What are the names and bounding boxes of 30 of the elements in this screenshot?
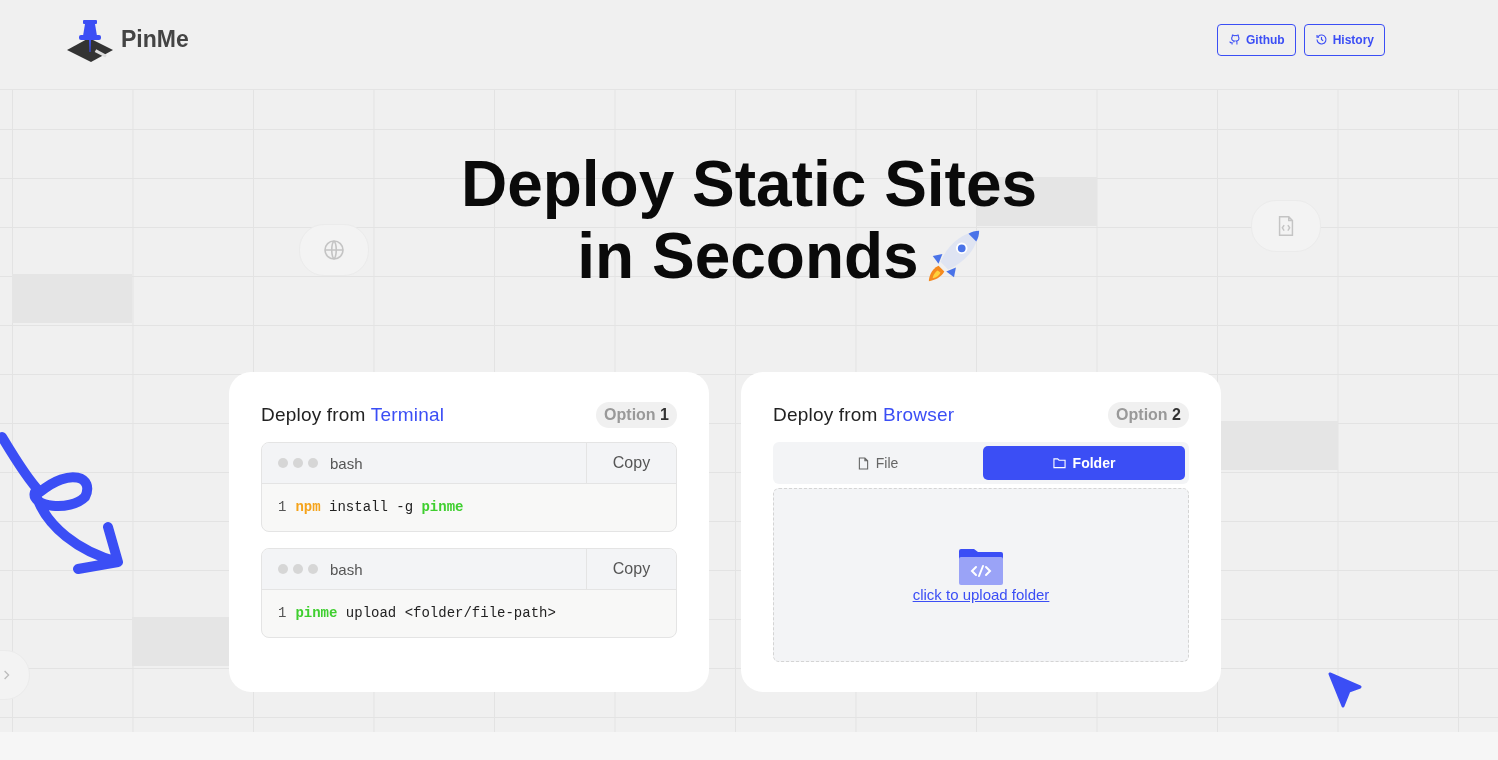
folder-icon	[1052, 457, 1066, 469]
hero-title: Deploy Static Sites	[460, 148, 1038, 220]
card-title: Deploy from Browser	[773, 404, 955, 426]
folder-tab[interactable]: Folder	[983, 446, 1185, 480]
github-button[interactable]: Github	[1217, 23, 1296, 56]
hero-title: in Seconds	[577, 220, 919, 292]
file-tab[interactable]: File	[777, 446, 979, 480]
globe-icon	[322, 238, 346, 262]
history-icon	[1314, 33, 1328, 46]
chevron-right-icon	[3, 669, 11, 681]
option-badge: Option 2	[1108, 402, 1189, 428]
history-button[interactable]: History	[1303, 23, 1385, 56]
upload-link[interactable]: click to upload folder	[912, 585, 1050, 603]
upload-dropzone[interactable]: click to upload folder	[773, 488, 1189, 662]
file-icon	[857, 456, 869, 470]
copy-button[interactable]: Copy	[586, 443, 676, 483]
option-badge: Option 1	[596, 402, 677, 428]
pushpin-logo-icon	[65, 17, 115, 62]
brand-name: PinMe	[121, 26, 189, 53]
language-label: bash	[330, 560, 364, 578]
line-number: 1	[278, 605, 287, 621]
code-folder-icon	[958, 547, 1004, 586]
cursor-arrow-icon	[1327, 671, 1363, 709]
line-number: 1	[278, 499, 287, 515]
language-label: bash	[330, 454, 364, 472]
card-title: Deploy from Terminal	[261, 404, 445, 426]
copy-button[interactable]: Copy	[586, 549, 676, 589]
command-text: npm install -g pinme	[295, 499, 464, 515]
command-text: pinme upload <folder/file-path>	[295, 605, 556, 621]
cat-icon	[1228, 33, 1241, 46]
